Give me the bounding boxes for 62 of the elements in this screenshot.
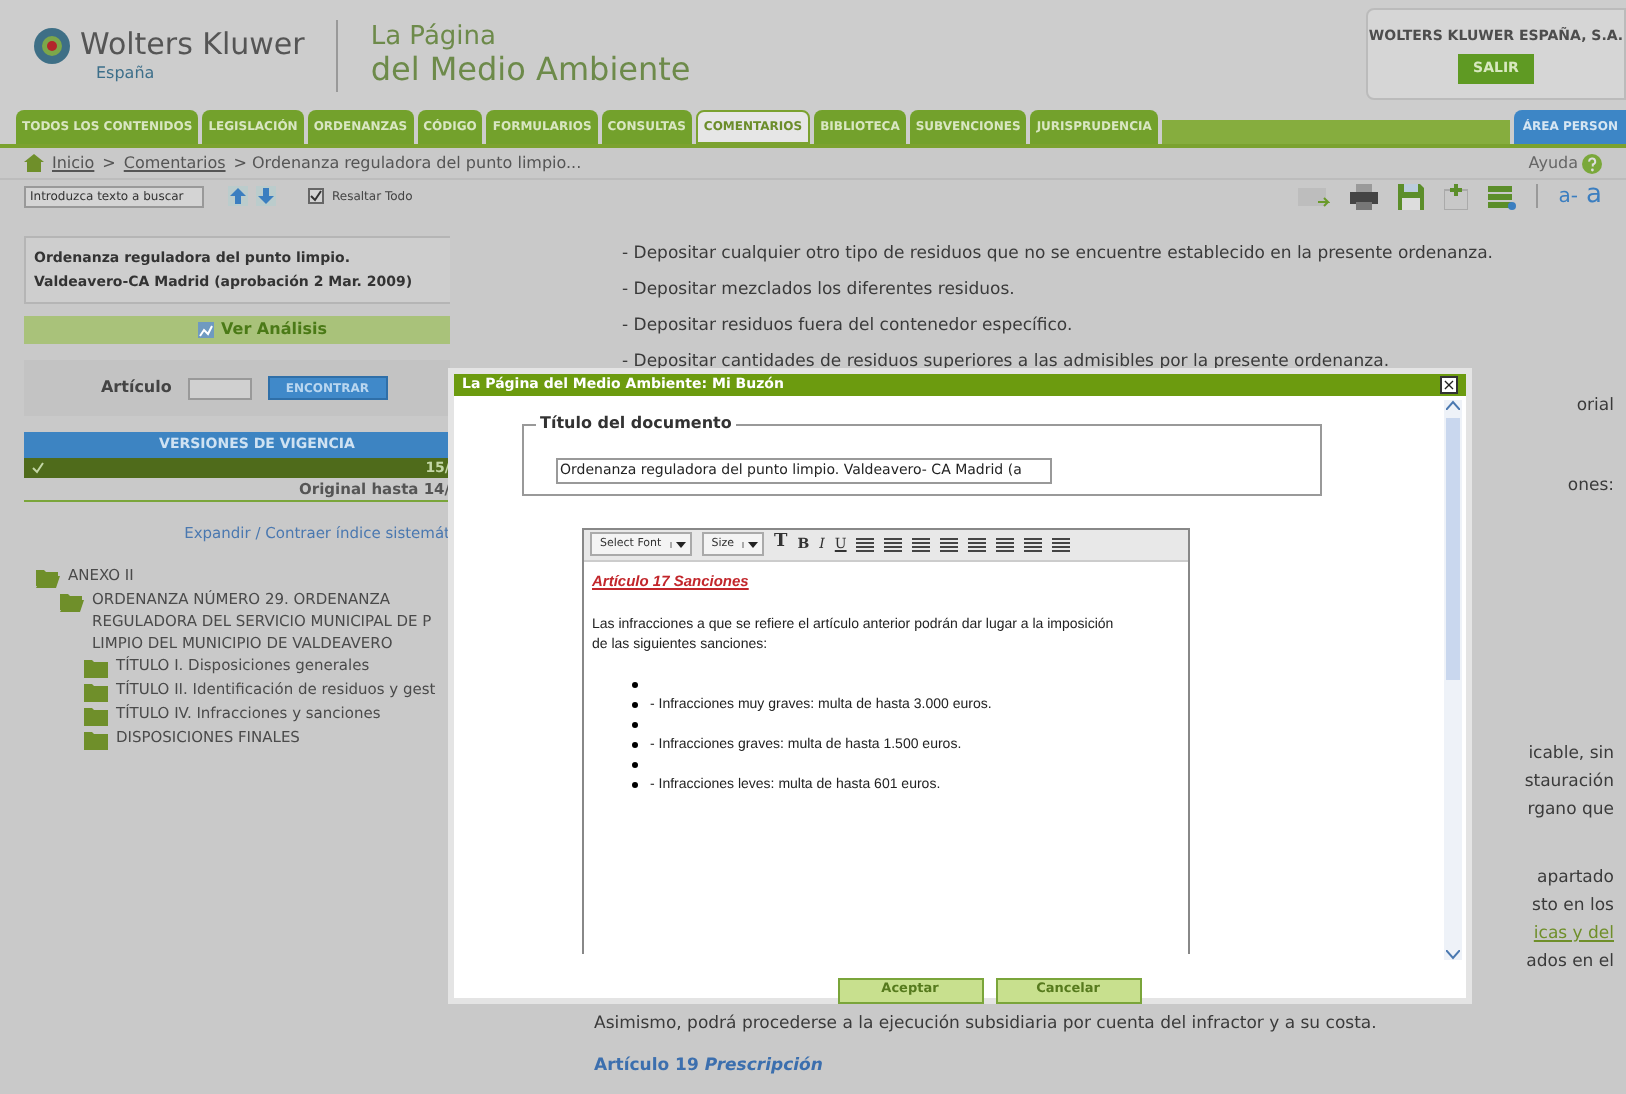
close-button[interactable]: × <box>1440 375 1458 394</box>
bullet-icon <box>632 682 638 689</box>
breadcrumb-link[interactable]: Comentarios <box>123 151 226 175</box>
font-larger-button[interactable]: a <box>1586 176 1602 216</box>
scroll-thumb[interactable] <box>1446 417 1460 679</box>
content-line: - Depositar residuos fuera del contenedor específico. <box>622 314 1075 340</box>
caret-icon <box>748 541 758 547</box>
bullet-icon <box>632 782 638 789</box>
text-fragment: rgano que <box>1527 798 1614 824</box>
text-fragment: icable, sin <box>1528 742 1614 768</box>
editor[interactable] <box>582 527 1190 953</box>
article-label: Artículo <box>100 376 172 400</box>
add-page-icon[interactable] <box>1444 183 1469 209</box>
folder-icon <box>84 706 108 727</box>
breadcrumb-text: > <box>102 151 116 175</box>
breadcrumb-text: > Ordenanza reguladora del punto limpio... <box>233 151 582 175</box>
site-title: La Página <box>370 24 498 52</box>
bullet-icon <box>632 702 638 709</box>
content-line: - Depositar mezclados los diferentes residuos. <box>622 278 1017 304</box>
text-fragment: apartado <box>1537 866 1614 892</box>
font-smaller-button[interactable]: a- <box>1558 181 1579 211</box>
align-left-icon[interactable] <box>856 537 875 551</box>
folder-icon <box>84 658 108 679</box>
text-fragment: ados en el <box>1526 950 1614 976</box>
scroll-down-icon[interactable] <box>1446 949 1460 959</box>
scrollbar[interactable] <box>1444 399 1462 959</box>
scroll-up-icon[interactable] <box>1446 399 1460 409</box>
closing-paragraph: Asimismo, podrá procederse a la ejecución subsidiaria por cuenta del infractor y a su costa. <box>594 1012 1379 1038</box>
text-fragment: ones: <box>1567 474 1614 500</box>
article-heading: Artículo 19 Prescripción <box>594 1053 825 1079</box>
format-button[interactable]: T <box>774 530 788 558</box>
text-fragment: orial <box>1576 394 1614 420</box>
checkbox[interactable] <box>308 188 324 204</box>
article-field[interactable] <box>187 377 252 399</box>
text-link[interactable]: icas y del <box>1533 920 1614 948</box>
breadcrumb-link[interactable]: Inicio <box>52 151 95 175</box>
group-legend: Título del documento <box>536 411 736 435</box>
text-fragment: sto en los <box>1532 894 1614 920</box>
text-fragment: stauración <box>1524 770 1614 796</box>
open-folder-icon <box>60 592 84 613</box>
save-icon[interactable] <box>1398 183 1425 209</box>
site-subtitle: del Medio Ambiente <box>370 52 691 88</box>
bullet-icon <box>632 762 638 769</box>
folder-icon <box>84 730 108 751</box>
brand-name: Wolters Kluwer <box>80 26 305 62</box>
bullet-icon <box>632 722 638 729</box>
country-label: España <box>94 62 157 86</box>
open-folder-icon <box>36 568 60 589</box>
chart-icon <box>197 322 214 338</box>
stack-icon[interactable] <box>1488 183 1517 209</box>
bullet-icon <box>632 742 638 749</box>
checkmark-icon <box>32 462 44 474</box>
help-link[interactable]: Ayuda <box>1528 151 1578 175</box>
down-arrow-icon[interactable] <box>256 186 276 206</box>
content-line: - Depositar cualquier otro tipo de residuos que no se encuentre establecido en la presente ordenanza. <box>622 242 1495 268</box>
globe-logo-icon <box>32 26 72 66</box>
folder-icon <box>84 682 108 703</box>
printer-icon[interactable] <box>1350 183 1379 209</box>
caret-icon <box>675 541 686 547</box>
analysis-button[interactable]: Ver Análisis <box>24 316 450 344</box>
up-arrow-icon[interactable] <box>228 186 248 206</box>
content-line: - Depositar cantidades de residuos superiores a las admisibles por la presente ordenanza. <box>622 350 1392 376</box>
